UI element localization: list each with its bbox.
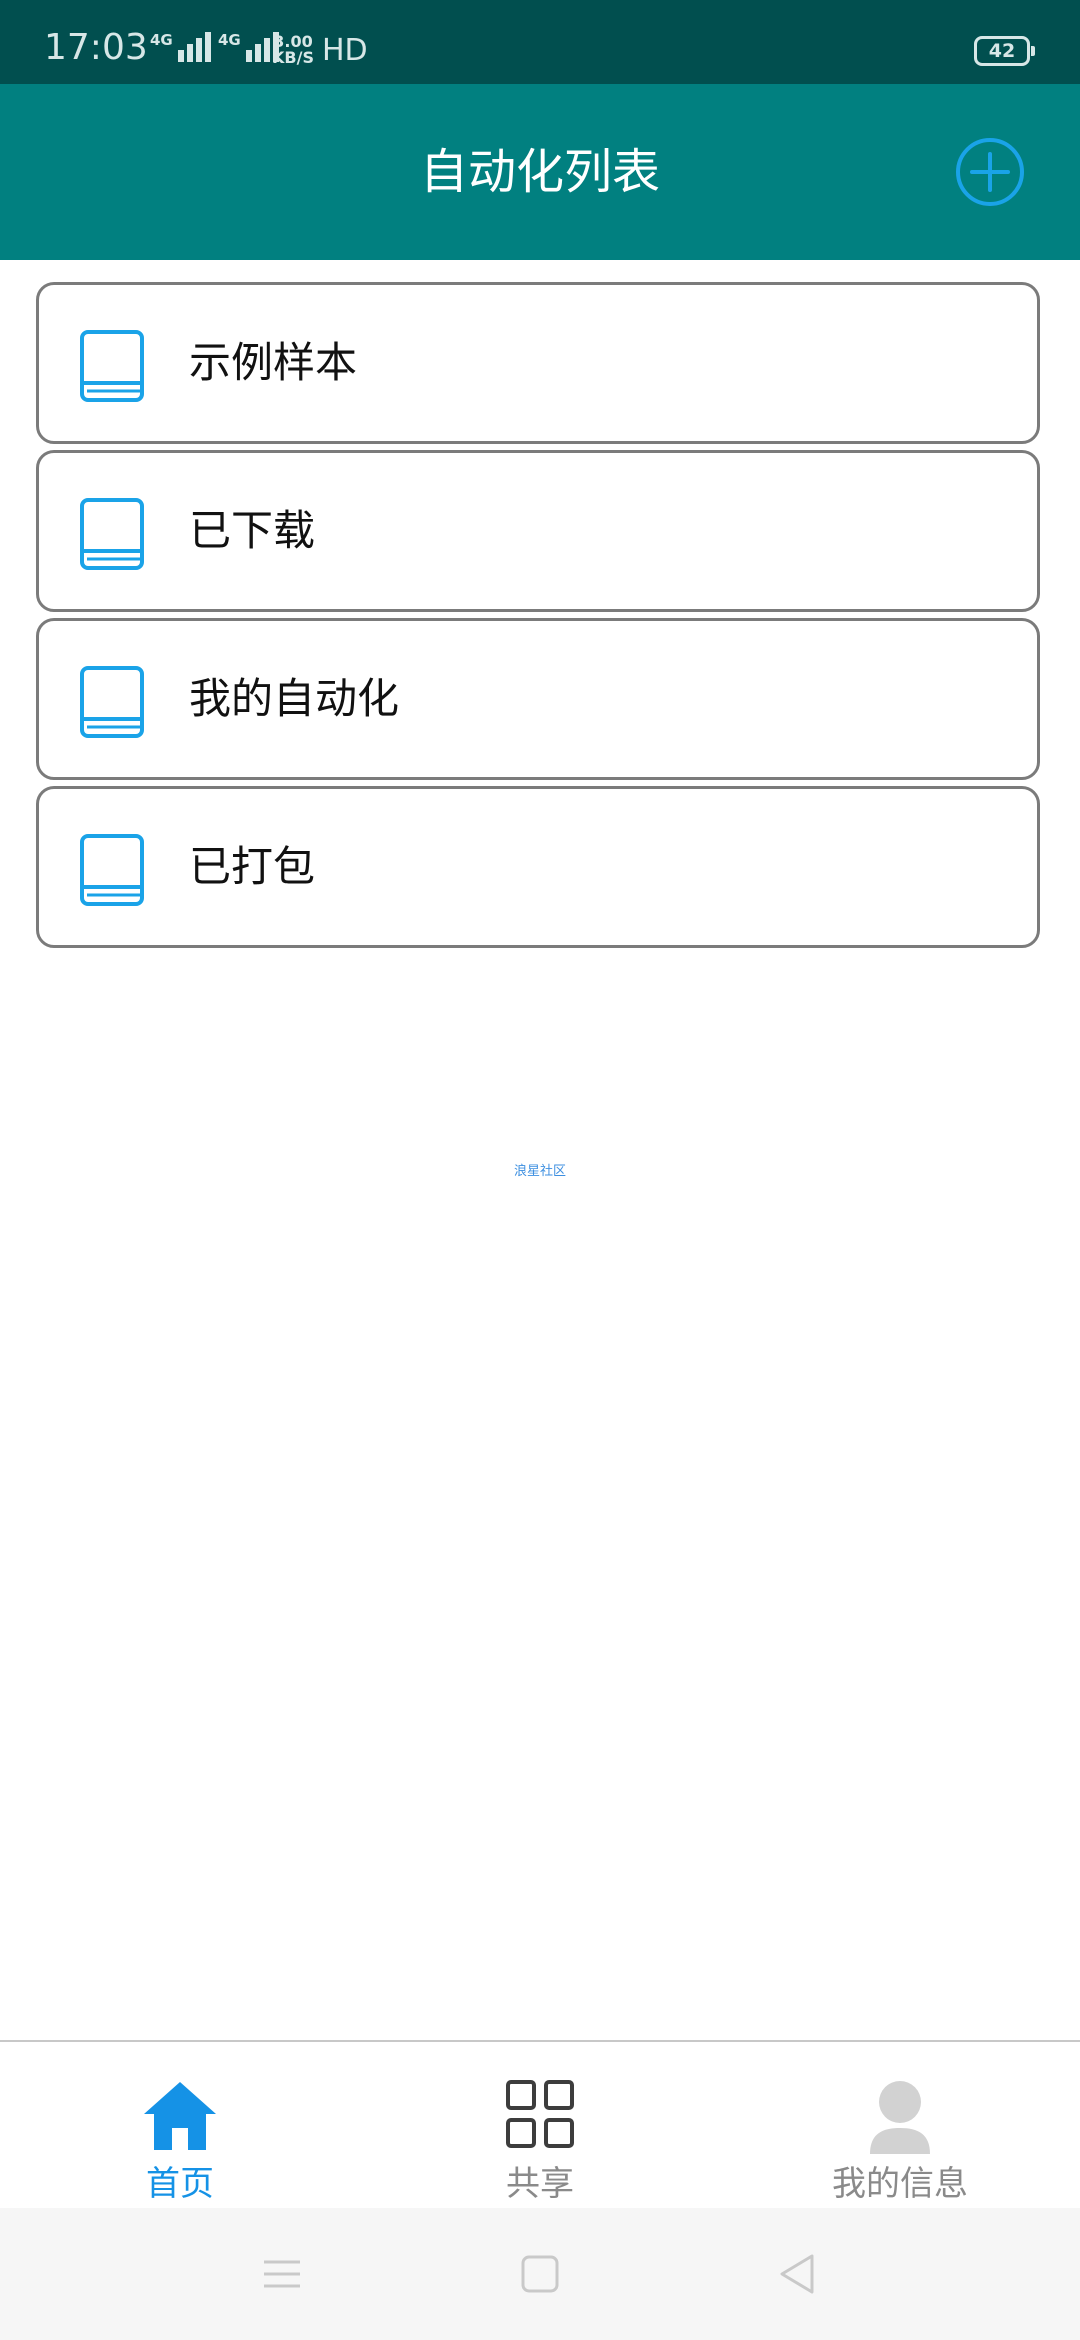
book-icon [80, 330, 144, 402]
tab-share[interactable]: 共享 [360, 2042, 720, 2208]
book-icon [80, 834, 144, 906]
status-bar: 17:03 4G 4G 3.00 KB/S HD 42 [0, 0, 1080, 84]
network-speed: 3.00 KB/S [272, 34, 314, 66]
tab-home[interactable]: 首页 [0, 2042, 360, 2208]
back-triangle-icon [780, 2254, 814, 2294]
signal-2-icon: 4G [218, 32, 279, 62]
network-type-2: 4G [218, 31, 241, 49]
tab-label-share: 共享 [506, 2164, 574, 2204]
community-link[interactable]: 浪星社区 [0, 1160, 1080, 1179]
book-icon [80, 498, 144, 570]
automation-list: 示例样本 已下载 我的自动化 已打包 [36, 282, 1040, 954]
list-item-label: 已打包 [189, 842, 316, 891]
list-item-label: 已下载 [189, 506, 316, 555]
list-item-samples[interactable]: 示例样本 [36, 282, 1040, 444]
network-speed-unit: KB/S [272, 48, 314, 67]
home-square-icon [521, 2255, 559, 2293]
home-nav-button[interactable] [512, 2246, 568, 2302]
add-button[interactable] [954, 136, 1026, 208]
network-type-1: 4G [150, 31, 173, 49]
list-item-label: 示例样本 [189, 338, 358, 387]
back-button[interactable] [770, 2246, 826, 2302]
plus-circle-icon [956, 138, 1024, 206]
hd-indicator: HD [322, 33, 368, 68]
home-icon [144, 2082, 216, 2150]
list-item-label: 我的自动化 [189, 674, 400, 723]
signal-1-icon: 4G [150, 32, 211, 62]
battery-icon: 42 [974, 36, 1035, 66]
bottom-tab-bar: 首页 共享 我的信息 [0, 2040, 1080, 2208]
tab-my-info[interactable]: 我的信息 [720, 2042, 1080, 2208]
list-item-packaged[interactable]: 已打包 [36, 786, 1040, 948]
menu-icon [264, 2260, 300, 2288]
grid-icon [506, 2080, 574, 2148]
status-time: 17:03 [44, 27, 148, 68]
tab-label-my-info: 我的信息 [832, 2164, 968, 2204]
list-item-downloaded[interactable]: 已下载 [36, 450, 1040, 612]
list-item-my-automation[interactable]: 我的自动化 [36, 618, 1040, 780]
menu-button[interactable] [254, 2246, 310, 2302]
book-icon [80, 666, 144, 738]
user-icon [870, 2081, 930, 2154]
battery-level: 42 [988, 40, 1016, 62]
app-screen: 17:03 4G 4G 3.00 KB/S HD 42 自动化列表 示例样本 已… [0, 0, 1080, 2340]
page-title: 自动化列表 [419, 144, 660, 200]
tab-label-home: 首页 [146, 2164, 214, 2204]
system-nav-bar [0, 2208, 1080, 2340]
title-bar: 自动化列表 [0, 84, 1080, 260]
